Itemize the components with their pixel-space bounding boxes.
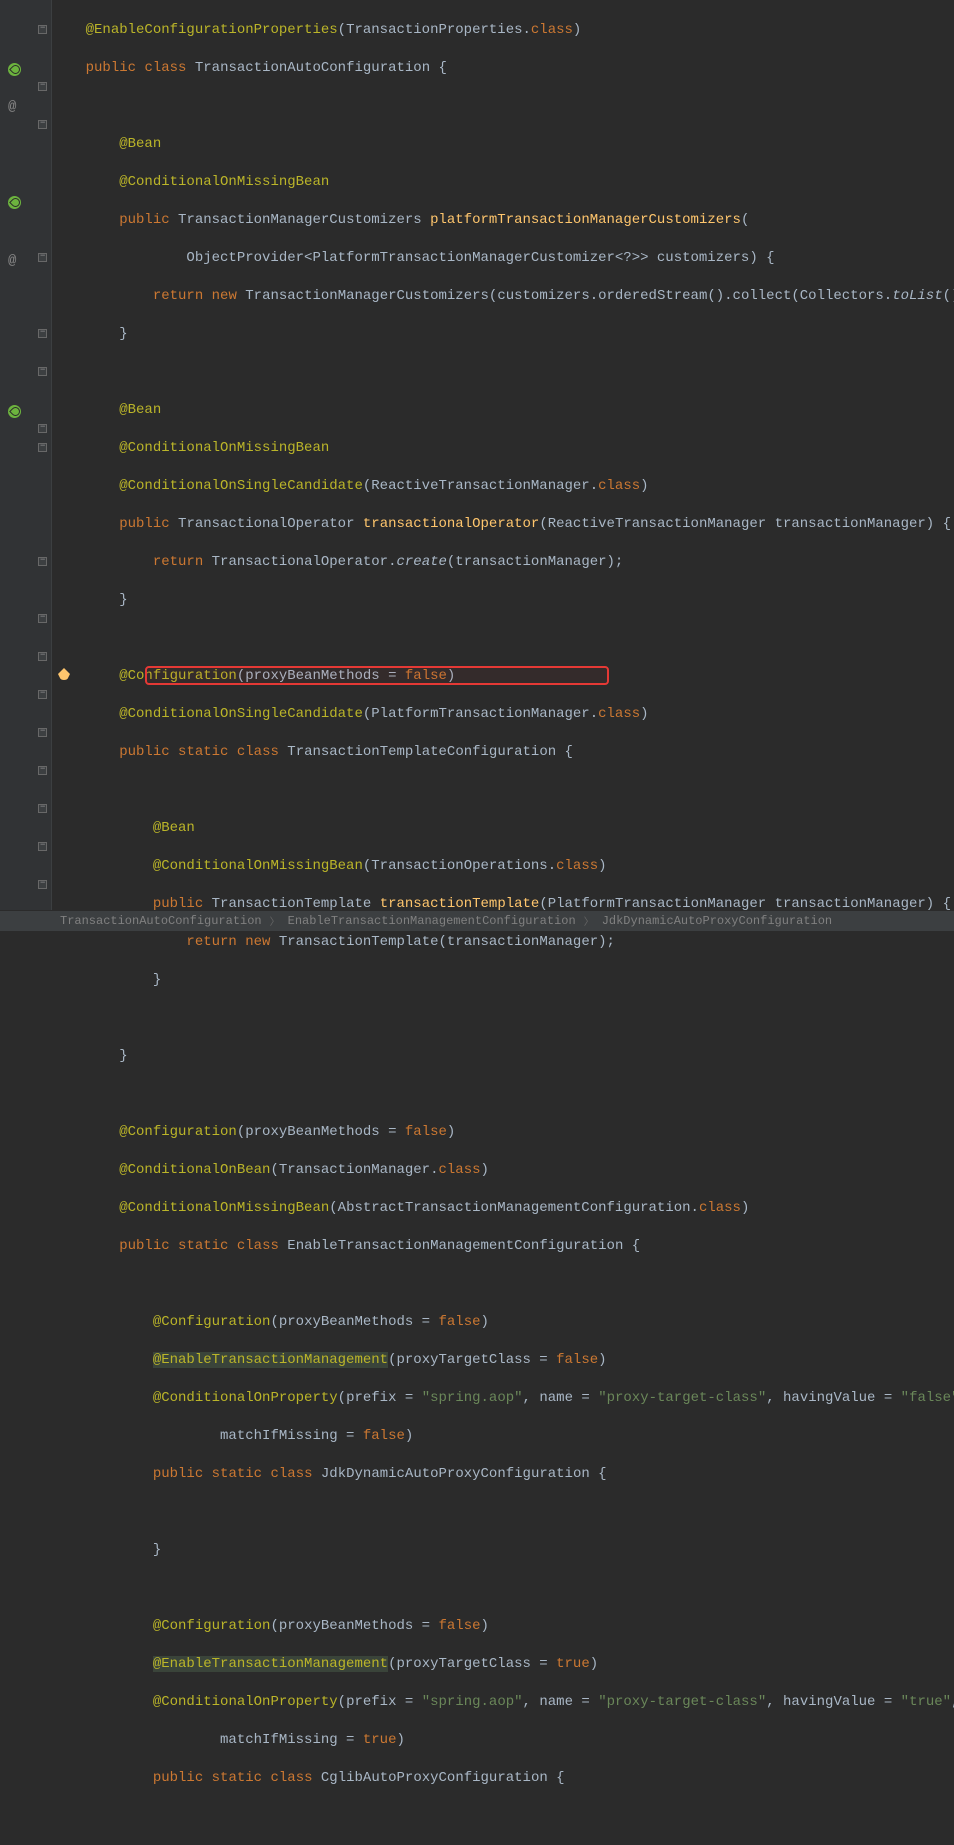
code-line[interactable]: } [52,1541,954,1560]
at-annotation-icon[interactable]: @ [8,99,22,113]
code-line[interactable] [52,363,954,382]
code-line[interactable]: @Configuration(proxyBeanMethods = false) [52,1313,954,1332]
fold-marker[interactable] [38,766,47,775]
code-line[interactable]: @ConditionalOnMissingBean [52,173,954,192]
spring-bean-icon[interactable] [8,405,22,419]
code-line[interactable]: public static class CglibAutoProxyConfig… [52,1769,954,1788]
code-line[interactable]: @Configuration(proxyBeanMethods = false) [52,667,954,686]
code-line[interactable]: public static class TransactionTemplateC… [52,743,954,762]
code-line[interactable]: public TransactionalOperator transaction… [52,515,954,534]
breadcrumb-item[interactable]: TransactionAutoConfiguration [52,914,270,928]
breadcrumb-item[interactable]: JdkDynamicAutoProxyConfiguration [594,914,840,928]
fold-marker[interactable] [38,557,47,566]
fold-marker[interactable] [38,25,47,34]
at-annotation-icon[interactable]: @ [8,253,22,267]
code-line[interactable] [52,781,954,800]
code-line[interactable]: @EnableTransactionManagement(proxyTarget… [52,1655,954,1674]
code-line[interactable]: return new TransactionTemplate(transacti… [52,933,954,952]
fold-marker[interactable] [38,804,47,813]
code-line[interactable]: @ConditionalOnMissingBean(TransactionOpe… [52,857,954,876]
code-line[interactable]: @ConditionalOnProperty(prefix = "spring.… [52,1693,954,1712]
fold-marker[interactable] [38,82,47,91]
editor-gutter: @ @ [0,0,52,910]
breadcrumb-bar: TransactionAutoConfiguration 〉 EnableTra… [0,910,954,931]
code-line[interactable]: public static class EnableTransactionMan… [52,1237,954,1256]
code-line[interactable]: } [52,1047,954,1066]
code-line[interactable]: @Configuration(proxyBeanMethods = false) [52,1617,954,1636]
code-line[interactable]: } [52,325,954,344]
fold-marker[interactable] [38,443,47,452]
fold-marker[interactable] [38,120,47,129]
chevron-right-icon: 〉 [270,913,280,929]
code-line[interactable]: @ConditionalOnMissingBean [52,439,954,458]
code-line[interactable]: public class TransactionAutoConfiguratio… [52,59,954,78]
code-line[interactable] [52,629,954,648]
code-line[interactable]: matchIfMissing = false) [52,1427,954,1446]
fold-marker[interactable] [38,880,47,889]
code-line[interactable] [52,97,954,116]
fold-marker[interactable] [38,329,47,338]
chevron-right-icon: 〉 [584,913,594,929]
fold-marker[interactable] [38,728,47,737]
fold-marker[interactable] [38,614,47,623]
code-line[interactable]: return TransactionalOperator.create(tran… [52,553,954,572]
fold-marker[interactable] [38,652,47,661]
code-line[interactable]: } [52,591,954,610]
code-line[interactable] [52,1503,954,1522]
code-line[interactable]: @ConditionalOnSingleCandidate(ReactiveTr… [52,477,954,496]
spring-bean-icon[interactable] [8,63,22,77]
code-line[interactable] [52,1579,954,1598]
code-line[interactable]: @ConditionalOnMissingBean(AbstractTransa… [52,1199,954,1218]
code-line[interactable]: @Bean [52,819,954,838]
code-line[interactable]: matchIfMissing = true) [52,1731,954,1750]
spring-bean-icon[interactable] [8,196,22,210]
code-line[interactable]: @Configuration(proxyBeanMethods = false) [52,1123,954,1142]
code-line[interactable]: ObjectProvider<PlatformTransactionManage… [52,249,954,268]
breadcrumb-item[interactable]: EnableTransactionManagementConfiguration [280,914,584,928]
fold-marker[interactable] [38,424,47,433]
code-line[interactable]: public static class JdkDynamicAutoProxyC… [52,1465,954,1484]
fold-marker[interactable] [38,842,47,851]
code-line[interactable]: @EnableTransactionManagement(proxyTarget… [52,1351,954,1370]
code-line[interactable]: } [52,971,954,990]
code-line[interactable]: @ConditionalOnSingleCandidate(PlatformTr… [52,705,954,724]
fold-marker[interactable] [38,253,47,262]
code-line[interactable] [52,1009,954,1028]
code-line[interactable]: return new TransactionManagerCustomizers… [52,287,954,306]
code-line[interactable]: @EnableConfigurationProperties(Transacti… [52,21,954,40]
code-line[interactable]: @ConditionalOnBean(TransactionManager.cl… [52,1161,954,1180]
code-line[interactable]: @ConditionalOnProperty(prefix = "spring.… [52,1389,954,1408]
code-line[interactable]: @Bean [52,401,954,420]
code-line[interactable]: public TransactionManagerCustomizers pla… [52,211,954,230]
fold-column [36,0,50,910]
code-line[interactable]: @Bean [52,135,954,154]
code-line[interactable] [52,1275,954,1294]
code-editor[interactable]: @EnableConfigurationProperties(Transacti… [52,0,954,910]
fold-marker[interactable] [38,367,47,376]
fold-marker[interactable] [38,690,47,699]
code-line[interactable] [52,1085,954,1104]
